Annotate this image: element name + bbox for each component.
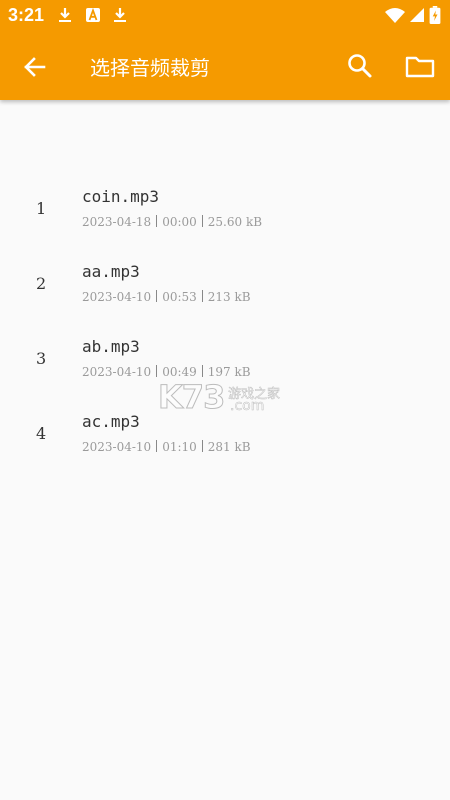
file-size: 25.60 kB <box>207 215 263 229</box>
file-date: 2023-04-18 <box>82 215 152 229</box>
file-index: 3 <box>36 349 47 368</box>
file-index: 1 <box>36 199 47 218</box>
divider <box>156 290 158 302</box>
file-name: ab.mp3 <box>82 337 140 356</box>
file-duration: 00:49 <box>162 365 197 379</box>
file-date: 2023-04-10 <box>82 365 152 379</box>
file-meta: 2023-04-10 01:10 281 kB <box>82 440 251 454</box>
status-bar: 3:21 <box>0 0 450 32</box>
back-arrow-icon[interactable] <box>18 50 52 84</box>
status-time: 3:21 <box>8 5 45 25</box>
search-icon[interactable] <box>344 50 376 82</box>
file-duration: 01:10 <box>162 440 197 454</box>
battery-charging-icon <box>429 6 441 24</box>
file-size: 281 kB <box>207 440 251 454</box>
file-meta: 2023-04-10 00:53 213 kB <box>82 290 251 304</box>
file-name: ac.mp3 <box>82 412 140 431</box>
wifi-icon <box>385 8 405 23</box>
file-size: 197 kB <box>207 365 251 379</box>
file-duration: 00:00 <box>162 215 197 229</box>
watermark-logo: K73 游戏之家 .com <box>157 378 298 420</box>
download-icon <box>114 8 126 22</box>
file-index: 4 <box>36 424 47 443</box>
file-row[interactable]: 1 coin.mp3 2023-04-18 00:00 25.60 kB <box>0 175 450 250</box>
file-duration: 00:53 <box>162 290 197 304</box>
file-row[interactable]: 2 aa.mp3 2023-04-10 00:53 213 kB <box>0 250 450 325</box>
file-name: aa.mp3 <box>82 262 140 281</box>
page-title: 选择音频裁剪 <box>90 56 210 80</box>
divider <box>201 440 203 452</box>
divider <box>201 365 203 377</box>
file-date: 2023-04-10 <box>82 290 152 304</box>
file-date: 2023-04-10 <box>82 440 152 454</box>
file-meta: 2023-04-18 00:00 25.60 kB <box>82 215 262 229</box>
divider <box>156 215 158 227</box>
top-bar: 3:21 选择音频裁剪 <box>0 0 450 100</box>
android-a-icon <box>86 7 100 22</box>
file-size: 213 kB <box>207 290 251 304</box>
audio-file-list: 1 coin.mp3 2023-04-18 00:00 25.60 kB 2 aa.… <box>0 175 450 475</box>
divider <box>156 440 158 452</box>
watermark-k73: K73 <box>157 378 225 417</box>
folder-icon[interactable] <box>404 50 436 82</box>
watermark-domain: .com <box>230 398 265 415</box>
file-meta: 2023-04-10 00:49 197 kB <box>82 365 251 379</box>
divider <box>201 215 203 227</box>
file-name: coin.mp3 <box>82 187 160 206</box>
download-icon <box>59 8 71 22</box>
signal-icon <box>410 8 424 22</box>
divider <box>201 290 203 302</box>
file-index: 2 <box>36 274 47 293</box>
divider <box>156 365 158 377</box>
app-bar: 选择音频裁剪 <box>0 32 450 100</box>
